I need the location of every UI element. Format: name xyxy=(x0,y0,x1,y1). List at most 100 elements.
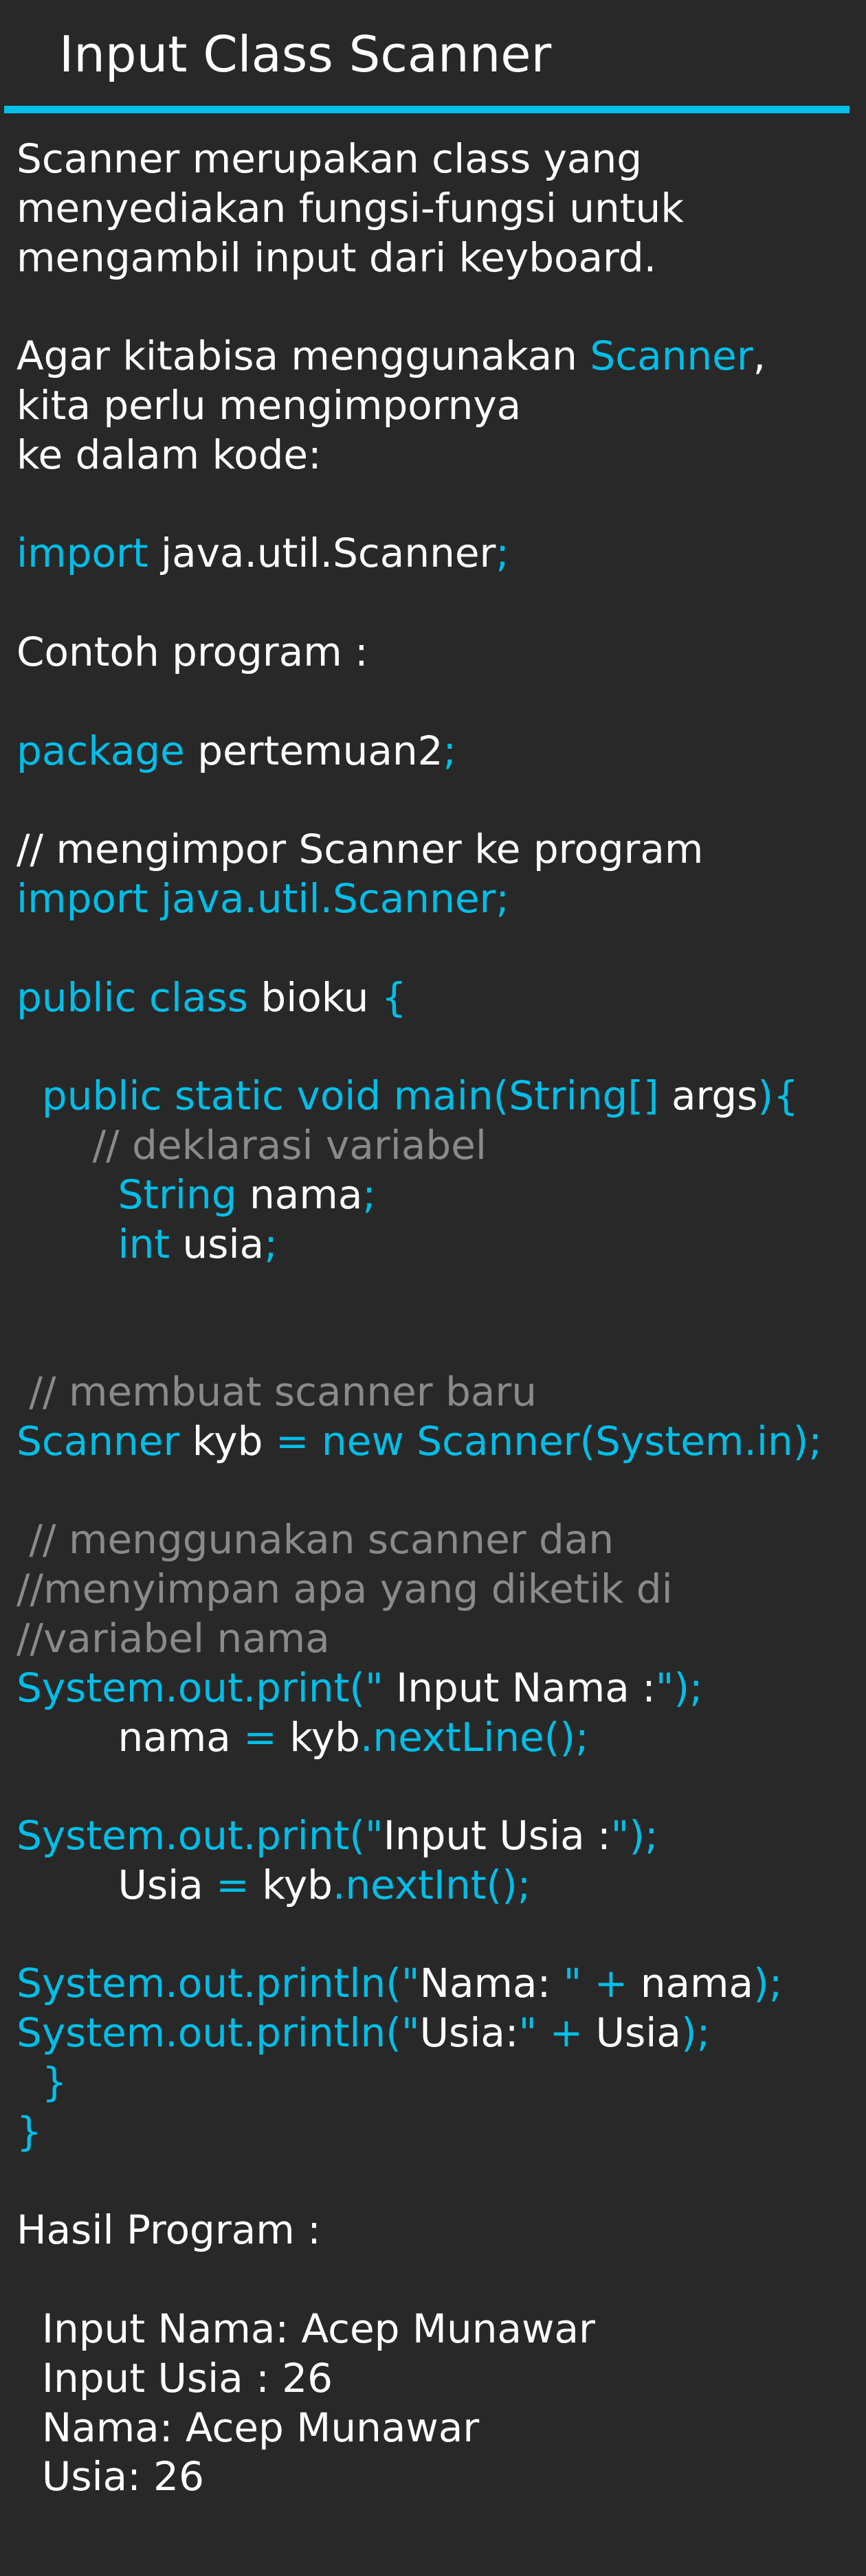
code-token: usia xyxy=(170,1220,265,1267)
content-line xyxy=(16,282,822,332)
content-line: Input Usia : 26 xyxy=(16,2354,333,2402)
content-line: Usia = kyb.nextInt(); xyxy=(16,1861,822,1910)
code-token: kyb xyxy=(179,1417,276,1465)
content-line: menyediakan fungsi-fungsi untuk xyxy=(16,184,684,231)
code-token: } xyxy=(16,2108,42,2155)
code-token: = new Scanner(System.in); xyxy=(275,1417,822,1465)
content-line xyxy=(16,1269,822,1318)
content-line: Agar kitabisa menggunakan Scanner, xyxy=(16,332,822,381)
code-token: = xyxy=(216,1861,249,1908)
content-line xyxy=(16,2157,822,2206)
code-token: Nama: xyxy=(419,1960,564,2007)
content-line: // menggunakan scanner dan xyxy=(16,1515,822,1565)
code-token: ){ xyxy=(757,1072,799,1120)
code-token: //variabel nama xyxy=(16,1614,330,1662)
code-token: ); xyxy=(753,1960,783,2007)
code-token: public class xyxy=(16,973,248,1021)
code-token: "); xyxy=(655,1664,703,1711)
content-line: } xyxy=(16,2108,822,2157)
content-line: // membuat scanner baru xyxy=(16,1368,822,1417)
code-token: Usia xyxy=(595,2009,681,2057)
code-token: } xyxy=(16,2059,67,2106)
content-line: } xyxy=(16,2058,822,2108)
content-line: public static void main(String[] args){ xyxy=(16,1072,822,1121)
code-token: //menyimpan apa yang diketik di xyxy=(16,1566,673,1613)
content-line xyxy=(16,2255,822,2305)
title-underline xyxy=(4,106,850,113)
content-line xyxy=(16,1318,822,1368)
content-line: import java.util.Scanner; xyxy=(16,874,822,924)
code-token: ; xyxy=(443,727,457,774)
code-token: kyb xyxy=(249,1861,333,1908)
content-line: String nama; xyxy=(16,1171,822,1220)
code-token: Usia xyxy=(16,1861,216,1908)
content-line xyxy=(16,1467,822,1516)
content-line: Hasil Program : xyxy=(16,2206,321,2254)
content-line: Contoh program : xyxy=(16,628,368,675)
content-line: Usia: 26 xyxy=(16,2453,204,2500)
content-line xyxy=(16,1022,822,1072)
code-token: ; xyxy=(264,1220,278,1267)
content-line xyxy=(16,480,822,530)
content-line: ke dalam kode: xyxy=(16,431,322,478)
code-token: Input Nama : xyxy=(383,1664,656,1711)
code-token: .nextInt(); xyxy=(332,1861,531,1908)
code-token: // deklarasi variabel xyxy=(16,1121,487,1168)
code-token: = xyxy=(243,1713,277,1761)
content-line: // deklarasi variabel xyxy=(16,1121,822,1171)
code-token: bioku xyxy=(247,973,381,1021)
page-title: Input Class Scanner xyxy=(59,25,552,83)
code-token: System.out.print(" xyxy=(16,1812,384,1860)
content-line xyxy=(16,1762,822,1811)
content-line: int usia; xyxy=(16,1220,822,1269)
code-token: import xyxy=(16,530,148,577)
content-line: Input Nama: Acep Munawar xyxy=(16,2305,595,2353)
content-body: Scanner merupakan class yang menyediakan … xyxy=(16,135,822,2502)
content-line: package pertemuan2; xyxy=(16,727,822,776)
code-token: "); xyxy=(610,1812,658,1860)
code-token: nama xyxy=(16,1713,244,1761)
code-token: " + xyxy=(563,1960,641,2007)
code-token: .nextLine(); xyxy=(360,1713,589,1761)
content-line: //variabel nama xyxy=(16,1614,822,1664)
content-line: Scanner merupakan class yang xyxy=(16,135,643,182)
code-token: nama xyxy=(640,1960,754,2007)
code-token: nama xyxy=(236,1171,363,1218)
code-token: ; xyxy=(362,1171,376,1218)
content-line xyxy=(16,677,822,727)
code-token: Input Usia : xyxy=(383,1812,611,1860)
code-token: kyb xyxy=(276,1713,360,1761)
code-token: System.out.println(" xyxy=(16,2009,420,2057)
code-token: System.out.println(" xyxy=(16,1960,420,2007)
content-line: mengambil input dari keyboard. xyxy=(16,234,657,281)
content-line: //menyimpan apa yang diketik di xyxy=(16,1565,822,1614)
code-token: public static void main(String[] xyxy=(16,1072,659,1120)
code-token: System.out.print(" xyxy=(16,1664,384,1711)
content-line: System.out.print("Input Usia :"); xyxy=(16,1811,822,1861)
code-token: // menggunakan scanner dan xyxy=(16,1516,614,1563)
code-token: , xyxy=(753,332,766,380)
code-token: args xyxy=(658,1072,758,1120)
content-line xyxy=(16,1910,822,1960)
code-token: ); xyxy=(680,2009,711,2057)
content-line xyxy=(16,924,822,973)
content-line: System.out.println("Usia:" + Usia); xyxy=(16,2009,822,2058)
content-line: kita perlu mengimpornya xyxy=(16,381,522,429)
content-line: System.out.print(" Input Nama :"); xyxy=(16,1664,822,1713)
code-token: " + xyxy=(518,2009,596,2057)
code-token: Scanner xyxy=(16,1417,180,1465)
code-token: int xyxy=(16,1220,170,1267)
code-token: import java.util.Scanner; xyxy=(16,874,509,922)
content-line: // mengimpor Scanner ke program xyxy=(16,826,704,873)
code-token: package xyxy=(16,727,185,774)
content-line: public class bioku { xyxy=(16,973,822,1023)
code-token: java.util.Scanner xyxy=(148,530,496,577)
content-line: System.out.println("Nama: " + nama); xyxy=(16,1959,822,2009)
content-line: nama = kyb.nextLine(); xyxy=(16,1713,822,1763)
code-token: String xyxy=(16,1171,237,1218)
content-line xyxy=(16,776,822,825)
code-token: Scanner xyxy=(590,332,753,380)
code-token: ; xyxy=(496,530,509,577)
code-token: { xyxy=(381,973,407,1021)
code-token: // membuat scanner baru xyxy=(16,1368,537,1415)
